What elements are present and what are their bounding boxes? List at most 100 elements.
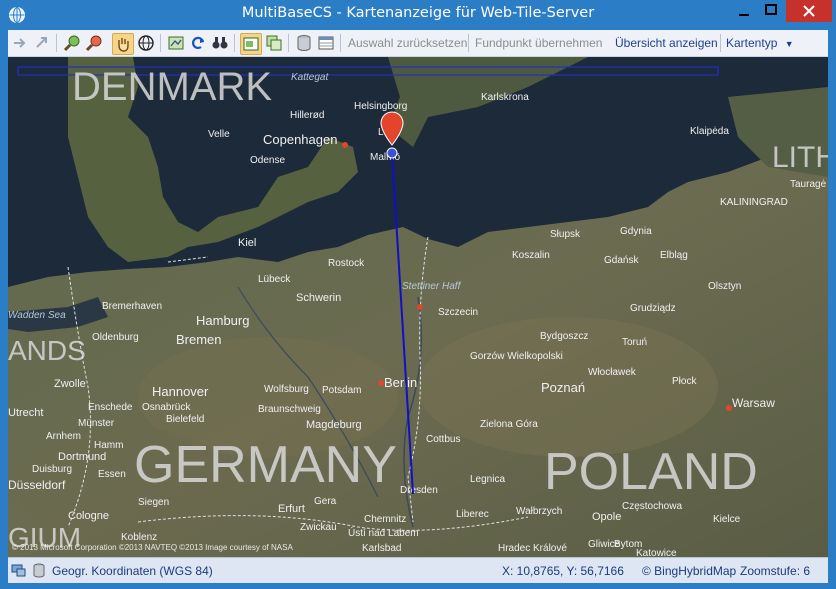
label-netherlands-partial: ANDS <box>8 335 86 366</box>
refresh-icon[interactable] <box>188 33 208 53</box>
chevron-down-icon: ▼ <box>784 39 794 49</box>
app-window: MultiBaseCS - Kartenanzeige für Web-Tile… <box>0 0 836 589</box>
city-label: Olsztyn <box>708 281 741 292</box>
city-label: Gdynia <box>620 226 652 237</box>
zoom-out-icon[interactable] <box>84 33 104 53</box>
city-label: Bremen <box>176 332 222 347</box>
city-label: Poznań <box>541 380 585 395</box>
city-label: Bytom <box>614 539 642 550</box>
zoom-in-icon[interactable] <box>62 33 82 53</box>
city-label: Zielona Góra <box>480 419 538 430</box>
city-label: Erfurt <box>278 503 305 515</box>
city-label: Bielefeld <box>166 414 204 425</box>
capital-marker-berlin <box>378 380 384 386</box>
table-icon[interactable] <box>316 33 336 53</box>
close-button[interactable] <box>786 0 832 22</box>
city-label: Braunschweig <box>258 404 321 415</box>
city-label: Zwickau <box>300 522 337 533</box>
city-label: Włocławek <box>588 367 637 378</box>
city-label: Dortmund <box>58 451 106 463</box>
city-label: Hamm <box>94 440 123 451</box>
city-label: Münster <box>78 418 115 429</box>
accept-point-button[interactable]: Fundpunkt übernehmen <box>475 36 602 50</box>
city-label: Odense <box>250 155 285 166</box>
label-denmark: DENMARK <box>72 65 272 109</box>
city-label: Cologne <box>68 510 109 522</box>
reset-selection-button[interactable]: Auswahl zurücksetzen <box>348 36 467 50</box>
city-label: Gera <box>314 496 337 507</box>
zoom-level: Zoomstufe: 6 <box>740 564 811 578</box>
toolbar-separator <box>468 34 469 52</box>
city-label: Gorzów Wielkopolski <box>470 351 563 362</box>
city-label: Gdańsk <box>604 255 639 266</box>
window-title: MultiBaseCS - Kartenanzeige für Web-Tile… <box>241 5 595 21</box>
city-label: Legnica <box>470 474 505 485</box>
city-label: Rostock <box>328 258 365 269</box>
map-provider: © BingHybridMap <box>642 564 737 578</box>
pan-hand-icon[interactable] <box>112 33 134 55</box>
city-label: Karlskrona <box>481 92 529 103</box>
city-label: Warsaw <box>732 396 775 410</box>
toolbar-separator <box>56 34 57 52</box>
city-label: Hillerød <box>290 110 324 121</box>
city-label: Helsingborg <box>354 101 407 112</box>
start-point-marker[interactable] <box>386 147 398 159</box>
map-view[interactable]: DENMARK GERMANY POLAND ANDS GIUM LITH Ka… <box>8 57 828 557</box>
city-label: Enschede <box>88 402 133 413</box>
city-label: Arnhem <box>46 431 81 442</box>
map-layer-icon[interactable] <box>166 33 186 53</box>
database-icon[interactable] <box>294 33 314 53</box>
map-copyright: © 2013 Microsoft Corporation ©2013 NAVTE… <box>12 543 293 552</box>
capital-marker-copenhagen <box>342 142 348 148</box>
map-canvas[interactable]: DENMARK GERMANY POLAND ANDS GIUM LITH Ka… <box>8 57 828 557</box>
maximize-button[interactable] <box>758 0 784 22</box>
export-icon[interactable] <box>32 33 52 53</box>
map-type-dropdown[interactable]: Kartentyp ▼ <box>726 36 794 50</box>
city-label: Siegen <box>138 497 169 508</box>
city-label: Ústí nad Labem <box>348 526 419 539</box>
city-label: Tauragė <box>790 179 827 190</box>
database-icon <box>32 562 46 581</box>
city-label: Bydgoszcz <box>540 331 588 342</box>
city-label: Klaipėda <box>690 126 729 137</box>
city-label: Wolfsburg <box>264 384 309 395</box>
layers-icon[interactable] <box>264 33 284 53</box>
city-label: Potsdam <box>322 385 361 396</box>
label-germany: GERMANY <box>134 436 397 494</box>
city-label: Copenhagen <box>263 132 337 147</box>
label-lithuania-partial: LITH <box>772 141 828 174</box>
city-label: Kiel <box>238 237 256 249</box>
city-label: Słupsk <box>550 229 581 240</box>
city-label: Toruń <box>622 337 647 348</box>
globe-grid-icon[interactable] <box>136 33 156 53</box>
title-bar: MultiBaseCS - Kartenanzeige für Web-Tile… <box>0 0 836 30</box>
label-sea-stettiner-haff: Stettiner Haff <box>402 281 462 292</box>
city-label: Wałbrzych <box>516 506 562 517</box>
overview-map-icon[interactable] <box>240 33 262 55</box>
city-label: Magdeburg <box>306 419 362 431</box>
binoculars-icon[interactable] <box>210 33 230 53</box>
label-sea-wadden: Wadden Sea <box>8 310 66 321</box>
city-label: Osnabrück <box>142 402 191 413</box>
cursor-coordinates: X: 10,8765, Y: 56,7166 <box>502 564 624 578</box>
city-label: Oldenburg <box>92 332 139 343</box>
city-label: Essen <box>98 469 126 480</box>
capital-marker-szczecin <box>417 304 423 310</box>
city-label: Berlin <box>384 375 417 390</box>
toolbar-separator <box>288 34 289 52</box>
toolbar-separator <box>234 34 235 52</box>
minimize-button[interactable] <box>731 0 757 22</box>
city-label: Opole <box>592 511 621 523</box>
toolbar-separator <box>160 34 161 52</box>
city-label: Częstochowa <box>622 501 682 512</box>
city-label: Hannover <box>152 384 209 399</box>
computer-icon <box>11 562 27 581</box>
city-label: Cottbus <box>426 434 460 445</box>
show-overview-button[interactable]: Übersicht anzeigen <box>615 36 718 50</box>
import-icon[interactable] <box>10 33 30 53</box>
map-type-label: Kartentyp <box>726 36 778 50</box>
coordinate-system-label: Geogr. Koordinaten (WGS 84) <box>52 564 213 578</box>
city-label: Bremerhaven <box>102 301 162 312</box>
city-label: Karlsbad <box>362 543 401 554</box>
toolbar: Auswahl zurücksetzen Fundpunkt übernehme… <box>8 30 828 57</box>
